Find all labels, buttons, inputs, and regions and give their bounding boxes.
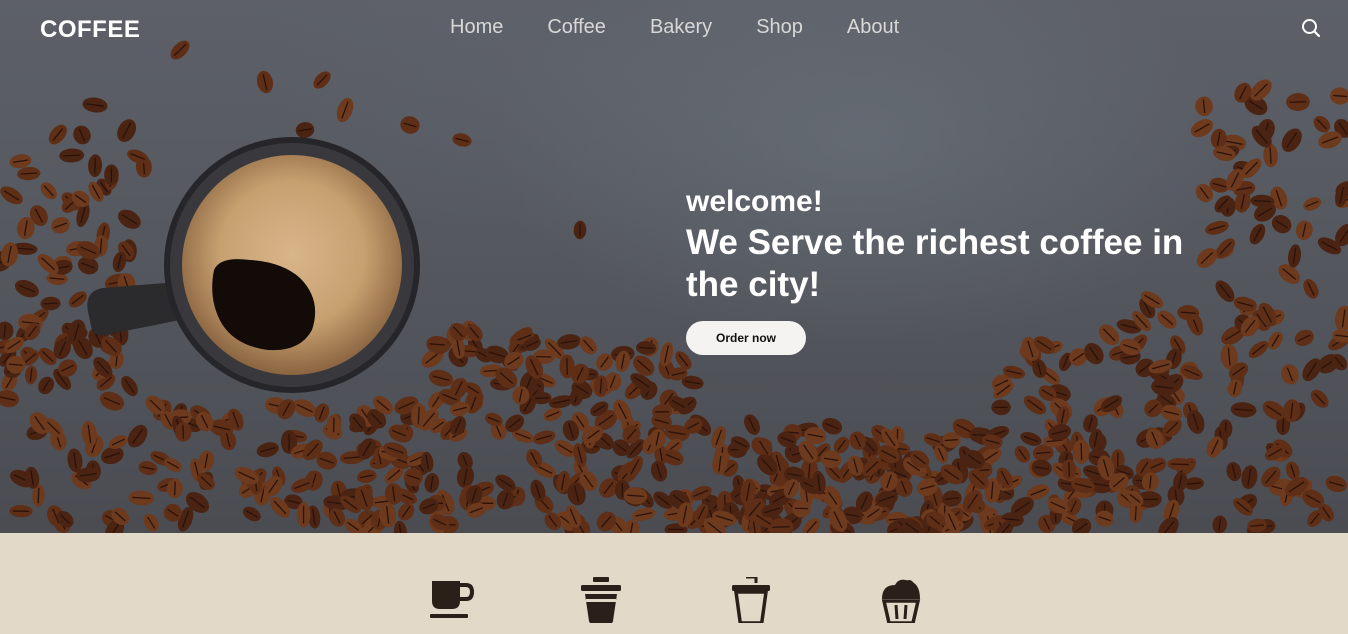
hero-headline: We Serve the richest coffee in the city! — [686, 223, 1184, 304]
nav-item-coffee[interactable]: Coffee — [547, 16, 606, 39]
welcome-text: welcome! — [686, 185, 823, 218]
navbar: COFFEE Home Coffee Bakery Shop About — [0, 0, 1348, 58]
order-now-button[interactable]: Order now — [686, 321, 806, 355]
nav-item-home[interactable]: Home — [450, 16, 503, 39]
takeaway-cup-icon[interactable] — [578, 577, 624, 623]
brand-logo[interactable]: COFFEE — [40, 16, 140, 44]
hero-section: COFFEE Home Coffee Bakery Shop About wel… — [0, 0, 1348, 533]
nav-item-shop[interactable]: Shop — [756, 16, 803, 39]
coffee-cup-icon[interactable] — [428, 577, 474, 623]
cupcake-icon[interactable] — [878, 577, 924, 623]
nav-item-bakery[interactable]: Bakery — [650, 16, 712, 39]
nav-links: Home Coffee Bakery Shop About — [450, 16, 943, 39]
features-band — [0, 533, 1348, 634]
nav-item-about[interactable]: About — [847, 16, 899, 39]
iced-drink-icon[interactable] — [728, 577, 774, 623]
hero-text: welcome! We Serve the richest coffee in … — [686, 184, 1206, 306]
search-icon[interactable] — [1300, 17, 1322, 39]
